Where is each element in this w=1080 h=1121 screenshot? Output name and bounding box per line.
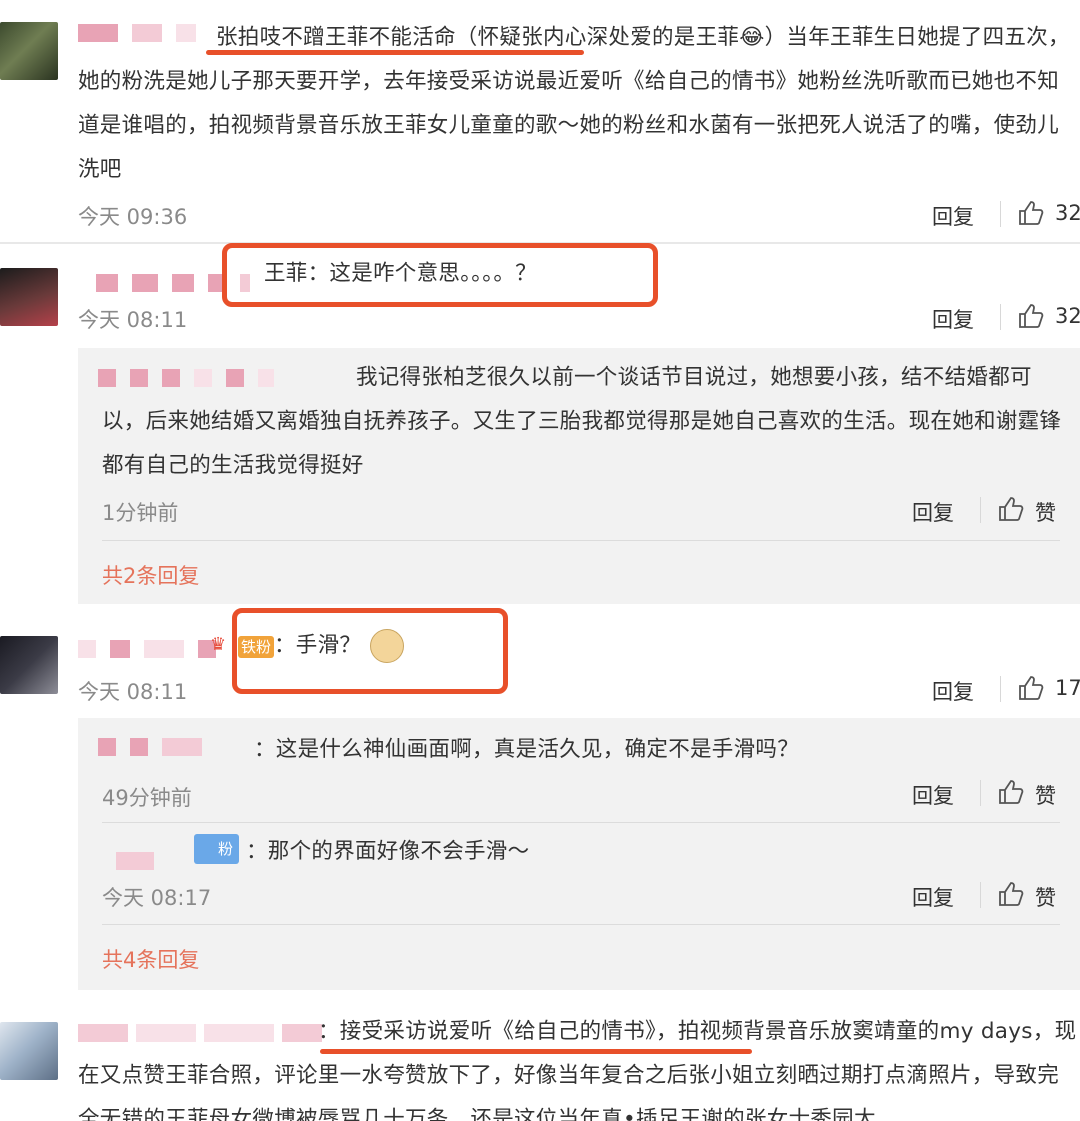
username-blurred[interactable] xyxy=(78,640,216,658)
like-count: 32 xyxy=(1055,304,1080,328)
reply-button[interactable]: 回复 xyxy=(912,497,954,527)
comment-time: 今天 08:11 xyxy=(78,308,188,332)
avatar[interactable] xyxy=(0,636,58,694)
reply-divider xyxy=(102,822,1060,823)
action-divider xyxy=(1000,676,1001,702)
reply-button[interactable]: 回复 xyxy=(932,201,974,231)
like-count: 17 xyxy=(1055,676,1080,700)
reply-button[interactable]: 回复 xyxy=(932,304,974,334)
action-divider xyxy=(980,882,981,908)
annotation-underline xyxy=(206,50,584,55)
reply-button[interactable]: 回复 xyxy=(932,676,974,706)
comment-text: ：手滑？ xyxy=(274,633,362,658)
action-divider xyxy=(1000,201,1001,227)
view-all-replies-link[interactable]: 共2条回复 xyxy=(102,560,199,590)
like-label[interactable]: 赞 xyxy=(1035,780,1056,810)
doge-emoji-icon xyxy=(370,629,404,663)
username-blurred[interactable] xyxy=(116,852,154,870)
reply-button[interactable]: 回复 xyxy=(912,882,954,912)
like-count: 32 xyxy=(1055,201,1080,225)
like-label[interactable]: 赞 xyxy=(1035,497,1056,527)
comment-text: 王菲：这是咋个意思。。。。？ xyxy=(264,261,537,286)
crown-icon: ♛ xyxy=(210,634,227,655)
avatar[interactable] xyxy=(0,1022,58,1080)
comment-text: ：接受采访说爱听《给自己的情书》，拍视频背景音乐放窦靖童的my days，现在又… xyxy=(78,1019,1077,1121)
username-blurred[interactable] xyxy=(98,738,202,756)
view-all-replies-link[interactable]: 共4条回复 xyxy=(102,944,199,974)
thumbs-up-icon[interactable] xyxy=(1017,674,1045,702)
avatar[interactable] xyxy=(0,268,58,326)
like-label[interactable]: 赞 xyxy=(1035,882,1056,912)
comment-text: 张拍吱不蹭王菲不能活命（怀疑张内心深处爱的是王菲😂）当年王菲生日她提了四五次，她… xyxy=(78,25,1070,182)
thumbs-up-icon[interactable] xyxy=(997,495,1025,523)
comment-time: 今天 08:11 xyxy=(78,680,188,704)
reply-text: ：那个的界面好像不会手滑～ xyxy=(246,839,530,864)
reply-text: 我记得张柏芝很久以前一个谈话节目说过，她想要小孩，结不结婚都可以，后来她结婚又离… xyxy=(102,365,1062,478)
thumbs-up-icon[interactable] xyxy=(997,880,1025,908)
annotation-underline xyxy=(320,1049,752,1054)
avatar[interactable] xyxy=(0,22,58,80)
fan-badge: 粉 xyxy=(194,834,240,864)
reply-text: ：这是什么神仙画面啊，真是活久见，确定不是手滑吗？ xyxy=(254,737,800,762)
replies-divider xyxy=(102,924,1060,925)
reply-time: 今天 08:17 xyxy=(102,886,212,910)
action-divider xyxy=(980,497,981,523)
reply-time: 1分钟前 xyxy=(102,501,179,525)
thumbs-up-icon[interactable] xyxy=(997,778,1025,806)
comment-time: 今天 09:36 xyxy=(78,205,188,229)
thumbs-up-icon[interactable] xyxy=(1017,302,1045,330)
action-divider xyxy=(980,780,981,806)
action-divider xyxy=(1000,304,1001,330)
reply-button[interactable]: 回复 xyxy=(912,780,954,810)
reply-time: 49分钟前 xyxy=(102,786,192,810)
thumbs-up-icon[interactable] xyxy=(1017,199,1045,227)
replies-divider xyxy=(102,540,1060,541)
